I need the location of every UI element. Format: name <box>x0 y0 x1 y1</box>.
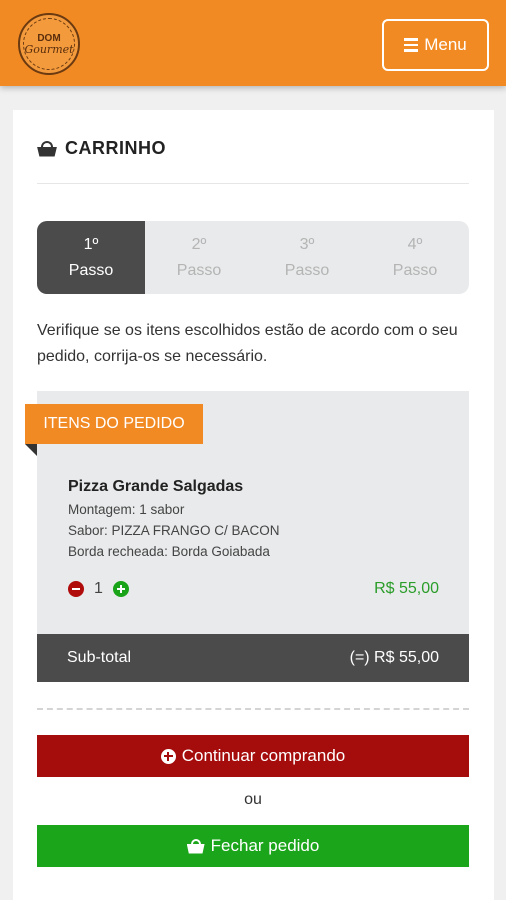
page-title: CARRINHO <box>37 138 166 159</box>
basket-icon <box>186 838 205 854</box>
order-items-ribbon: ITENS DO PEDIDO <box>25 404 203 444</box>
item-detail: Borda recheada: Borda Goiabada <box>68 544 270 559</box>
step-number: 3º <box>299 235 315 253</box>
instructions-text: Verifique se os itens escolhidos estão d… <box>37 322 458 365</box>
close-order-button[interactable]: Fechar pedido <box>37 825 469 867</box>
subtotal-value: (=) R$ 55,00 <box>349 649 439 666</box>
step-number: 1º <box>83 235 99 253</box>
hamburger-icon <box>404 38 419 52</box>
step-indicator: 1º Passo 2º Passo 3º Passo 4º Passo <box>37 221 469 294</box>
brand-logo[interactable]: DOM Gourmet <box>18 13 80 75</box>
menu-button[interactable]: Menu <box>382 19 489 71</box>
dashed-divider <box>37 708 469 710</box>
item-price: R$ 55,00 <box>374 580 439 597</box>
title-divider <box>37 183 469 184</box>
step-number: 2º <box>191 235 207 253</box>
step-4[interactable]: 4º Passo <box>361 221 469 294</box>
continue-shopping-button[interactable]: Continuar comprando <box>37 735 469 777</box>
minus-circle-icon[interactable] <box>68 581 84 597</box>
basket-icon <box>37 140 57 157</box>
top-bar: DOM Gourmet Menu <box>0 0 506 86</box>
item-name: Pizza Grande Salgadas <box>68 478 244 495</box>
close-order-label: Fechar pedido <box>210 836 320 855</box>
item-quantity: 1 <box>94 580 103 597</box>
quantity-stepper: 1 <box>68 580 129 598</box>
logo-ring <box>23 18 75 70</box>
menu-button-label: Menu <box>424 35 467 54</box>
page-title-text: CARRINHO <box>65 138 166 158</box>
step-2[interactable]: 2º Passo <box>145 221 253 294</box>
step-number: 4º <box>407 235 423 253</box>
step-label: Passo <box>284 261 330 279</box>
plus-circle-icon <box>160 748 176 764</box>
item-detail: Sabor: PIZZA FRANGO C/ BACON <box>68 523 280 538</box>
subtotal-label: Sub-total <box>67 649 132 666</box>
step-label: Passo <box>392 261 438 279</box>
plus-circle-icon[interactable] <box>112 581 129 597</box>
continue-shopping-label: Continuar comprando <box>181 746 346 765</box>
item-detail: Montagem: 1 sabor <box>68 502 185 517</box>
step-3[interactable]: 3º Passo <box>253 221 361 294</box>
step-label: Passo <box>68 261 114 279</box>
ribbon-fold <box>25 444 37 456</box>
subtotal-bar: Sub-total (=) R$ 55,00 <box>37 634 469 682</box>
step-label: Passo <box>176 261 222 279</box>
or-separator: ou <box>244 791 262 808</box>
step-1[interactable]: 1º Passo <box>37 221 145 294</box>
